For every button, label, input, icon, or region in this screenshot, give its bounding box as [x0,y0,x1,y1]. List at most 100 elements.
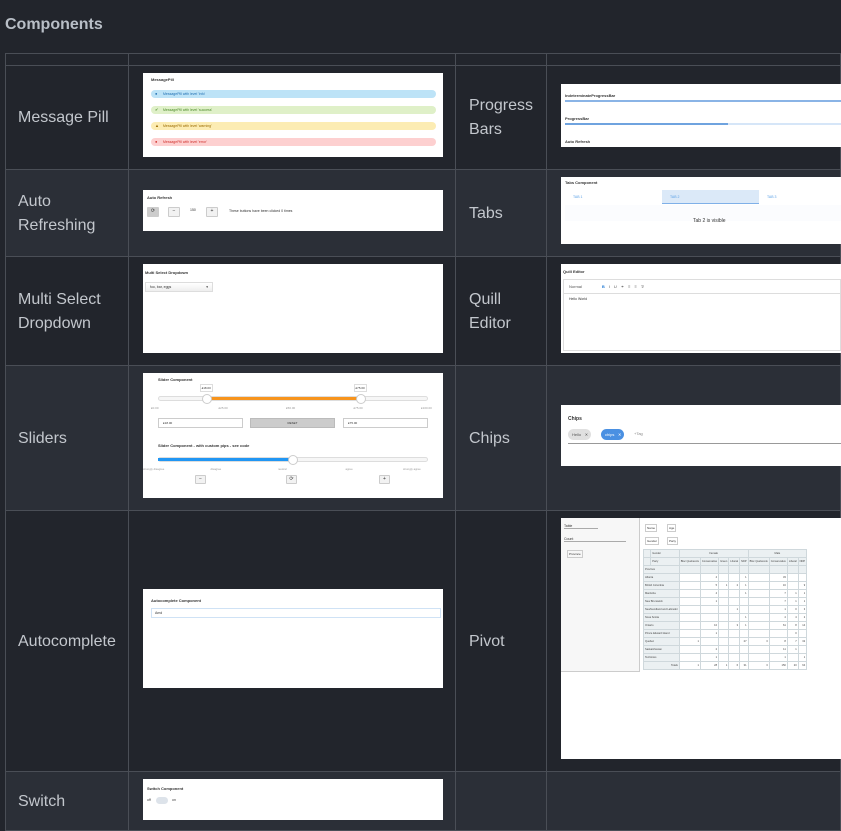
pivot-cell: Conservative [768,557,788,566]
pivot-cell [797,573,808,582]
message-pill: ● MessagePill with level 'info' [151,90,436,98]
pivot-cell: Prince Edward Island [643,629,680,638]
pivot-cell [728,645,741,654]
pivot-cell: 5 [699,581,720,590]
pivot-cell: 1 [797,653,808,662]
format-dropdown[interactable]: Normal [569,284,582,289]
increment-button[interactable]: + [379,475,390,484]
decrement-button[interactable]: − [195,475,206,484]
low-value-input[interactable]: £18.00 [158,418,243,428]
pivot-cell [797,645,808,654]
high-value-input[interactable]: £75.00 [343,418,428,428]
auto-refresh-thumbnail[interactable]: Auto Refresh ⟳ − 150 + These buttons have bee… [143,190,443,231]
progress-bar-fill [565,123,728,125]
pivot-cell: 150 [768,661,788,670]
pivot-cell: 2 [728,581,741,590]
renderer-select[interactable]: Table [564,524,598,529]
slider-handle[interactable] [201,394,212,404]
pivot-cell [699,637,720,646]
slider-fill [158,458,293,461]
pivot-cell: 8 [768,637,788,646]
component-label: Multi Select Dropdown [18,290,101,332]
tab-content: Tab 2 is visible [693,218,726,224]
field-chip[interactable]: Age [667,524,677,532]
autocomplete-input[interactable]: Amd [151,608,441,618]
pivot-cell [747,645,770,654]
pivot-cell: Bloc Quebecois [678,557,701,566]
message-pill-thumbnail[interactable]: MessagePill ● MessagePill with level 'info… [143,73,443,157]
pivot-cell: NDP [739,557,749,566]
tabs-thumbnail[interactable]: Tabs Component TAB 1 TAB 2 TAB 3 Tab 2 is vi… [561,177,841,244]
pivot-cell: 64 [797,661,808,670]
pivot-row: Prince Edward Island 1 0 [643,629,808,638]
refresh-icon[interactable]: ⟳ [147,207,159,217]
close-icon[interactable]: ✕ [585,429,588,440]
pivot-cell [728,597,741,606]
multi-select-thumbnail[interactable]: Multi Select Dropdown foo, bar, eggs ▾ [143,264,443,353]
chips-thumbnail[interactable]: Chips Hello ✕ chips ✕ +Tag [561,405,841,466]
pivot-cell: 32 [797,637,808,646]
bold-icon[interactable]: B [602,284,605,289]
pivot-row: Manitoba 4 1 7 1 1 [643,589,808,598]
pivot-cell: 3 [728,621,741,630]
pivot-cell [728,653,741,662]
slider-handle[interactable] [288,455,298,465]
progress-bars-thumbnail[interactable]: IndeterminateProgressBar ProgressBar Auto … [561,84,841,147]
aggregator-select[interactable]: Count [564,537,626,542]
field-chip[interactable]: Name [645,524,658,532]
sliders-thumbnail[interactable]: Slider Component £18.00 £75.00 £0.00 £25.00 £… [143,373,443,498]
chip[interactable]: Hello ✕ [568,429,592,440]
pivot-cell [747,653,770,662]
switch-thumbnail[interactable]: Switch Component off on [143,779,443,820]
editor-content[interactable]: Hello World [569,297,587,301]
tab-2[interactable]: TAB 2 [662,190,759,204]
component-label: Switch [18,792,66,810]
reset-button[interactable]: RESET [250,418,335,428]
pivot-cell: Party [650,557,680,566]
pivot-cell: 1 [768,605,788,614]
slider-handle[interactable] [355,394,366,404]
pivot-cell: 1 [678,637,701,646]
tag-input[interactable]: +Tag [634,431,643,436]
tab-3[interactable]: TAB 3 [759,190,841,204]
component-label: Message Pill [18,109,109,126]
multi-select-dropdown[interactable]: foo, bar, eggs ▾ [145,282,213,292]
pivot-table: Gender Female Male Party Bloc Quebecois Conse… [642,549,808,670]
pivot-cell [678,653,701,662]
pivot-cell: 1 [786,645,799,654]
slider-pip: disagree [210,467,222,471]
increment-button[interactable]: + [206,207,218,217]
pivot-row: British Columbia 5 1 2 1 16 9 [643,581,808,590]
chip[interactable]: chips ✕ [601,429,625,440]
refresh-icon[interactable]: ⟳ [286,475,297,484]
pivot-cell: 61 [768,621,788,630]
page-title: Components [5,16,103,33]
quill-editor-thumbnail[interactable]: Quill Editor Normal B I U ⚭ ≡ ≡ T̸ Hello World [561,264,841,353]
pivot-cell: 1 [739,573,749,582]
close-icon[interactable]: ✕ [618,429,621,440]
field-chip[interactable]: Party [667,537,679,545]
pivot-cell: 6 [728,661,741,670]
pivot-cell [768,629,788,638]
field-chip[interactable]: Gender [645,537,660,545]
pivot-cell: 1 [797,589,808,598]
pivot-cell: Alberta [643,573,680,582]
link-icon[interactable]: ⚭ [621,284,624,289]
pivot-cell: 2 [797,613,808,622]
decrement-button[interactable]: − [168,207,180,217]
field-province[interactable]: Province [567,550,583,558]
message-pill: ✔ MessagePill with level 'success' [151,106,436,114]
tab-1[interactable]: TAB 1 [565,190,662,204]
clear-format-icon[interactable]: T̸ [641,284,643,289]
pivot-thumbnail[interactable]: Table Count Province Name Age Gender Party Gend… [561,518,841,759]
autocomplete-thumbnail[interactable]: Autocomplete Component Amd [143,589,443,688]
pivot-cell: 1 [699,629,720,638]
pivot-cell [728,613,741,622]
pivot-cell [747,589,770,598]
bullet-list-icon[interactable]: ≡ [635,284,637,289]
italic-icon[interactable]: I [609,284,610,289]
ordered-list-icon[interactable]: ≡ [628,284,630,289]
toggle-switch[interactable] [156,797,168,804]
underline-icon[interactable]: U [614,284,617,289]
selected-values: foo, bar, eggs [150,285,172,289]
